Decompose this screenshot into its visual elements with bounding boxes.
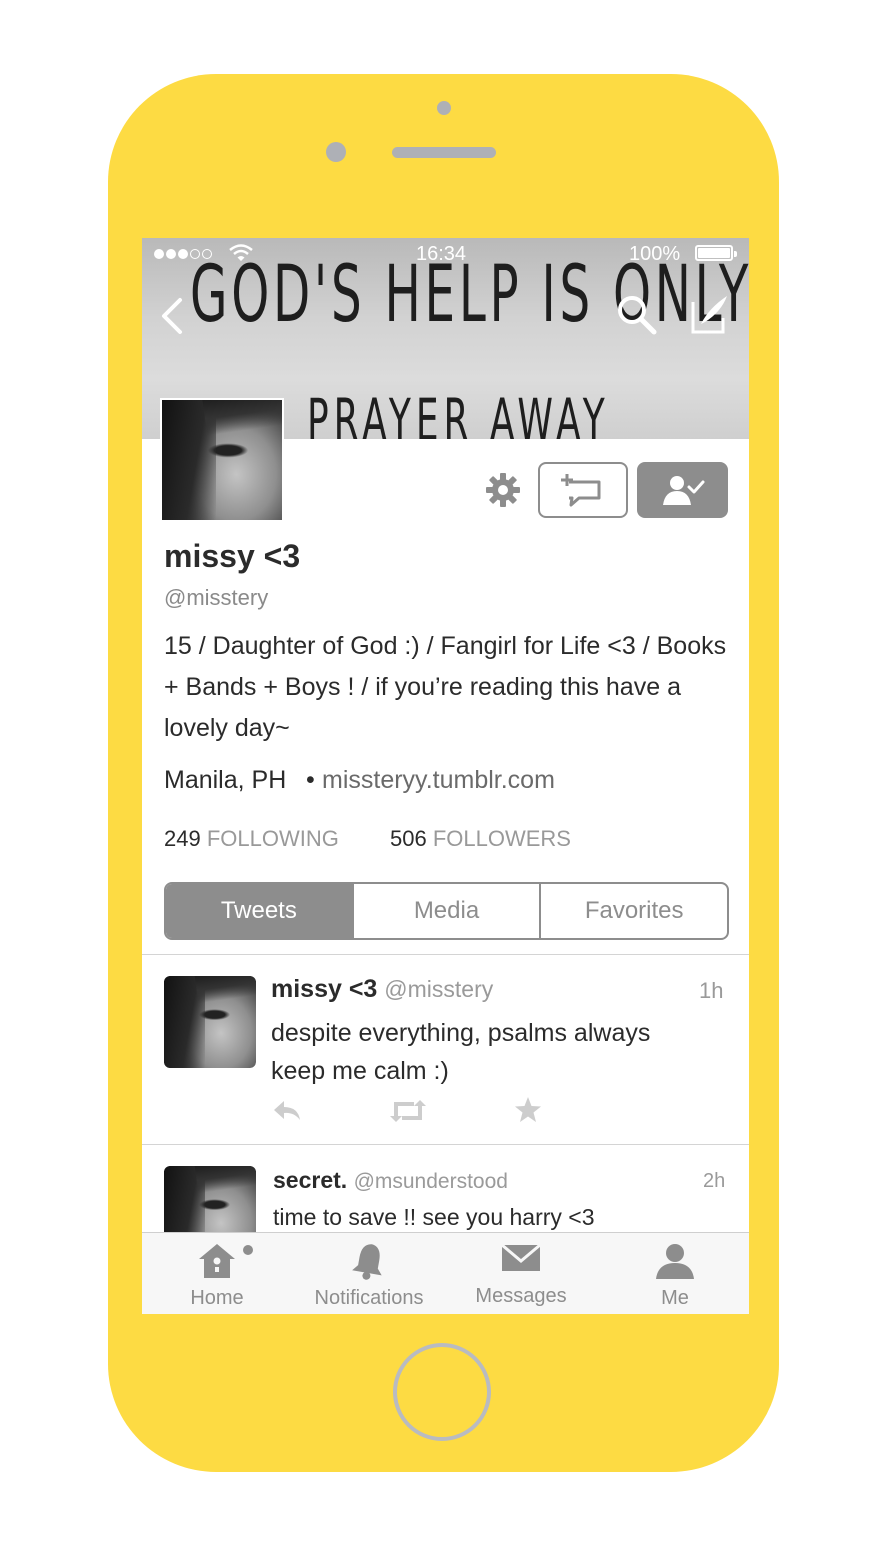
tabs-divider — [142, 954, 749, 955]
front-camera — [326, 142, 346, 162]
retweet-icon[interactable] — [390, 1098, 426, 1124]
bell-icon — [352, 1244, 382, 1280]
profile-handle: @misstery — [164, 585, 269, 610]
front-sensor — [437, 101, 451, 115]
user-check-icon — [662, 476, 704, 505]
direct-message-button[interactable] — [538, 462, 628, 518]
tabbar-notifications[interactable]: Notifications — [294, 1233, 444, 1314]
location-separator: • — [306, 766, 315, 794]
search-icon[interactable] — [614, 292, 660, 338]
followers-count: 506 — [390, 826, 427, 851]
tabbar-me-label: Me — [661, 1287, 689, 1309]
favorite-star-icon[interactable] — [514, 1096, 542, 1124]
status-bar: 16:34 100% — [142, 238, 749, 270]
following-button[interactable] — [637, 462, 728, 518]
status-time: 16:34 — [416, 243, 467, 265]
tabbar-home-label: Home — [190, 1287, 244, 1309]
home-icon — [199, 1244, 235, 1278]
profile-url-link[interactable]: missteryy.tumblr.com — [322, 766, 555, 795]
earpiece-speaker — [392, 147, 496, 158]
tabbar-notifications-label: Notifications — [314, 1287, 424, 1309]
tab-media[interactable]: Media — [351, 884, 540, 938]
banner-text-line2: PRAYER AWAY — [307, 386, 610, 439]
home-hardware-button[interactable] — [393, 1343, 491, 1441]
message-plus-icon — [561, 474, 601, 507]
tweet-avatar[interactable] — [164, 976, 256, 1068]
following-label: FOLLOWING — [206, 826, 339, 851]
tweet-text: despite everything, psalms always keep m… — [271, 1014, 650, 1090]
followers-stat[interactable]: 506 FOLLOWERS — [390, 826, 571, 852]
user-icon — [656, 1244, 694, 1279]
envelope-icon — [501, 1243, 541, 1271]
tabbar-messages[interactable]: Messages — [446, 1233, 596, 1314]
tweet-author-handle[interactable]: @msunderstood — [354, 1170, 508, 1193]
compose-tweet-icon[interactable] — [687, 292, 733, 338]
tweet-author-name[interactable]: missy <3 — [271, 975, 377, 1003]
profile-tabs: Tweets Media Favorites — [164, 882, 729, 940]
tweet-text-line: time to save !! see you harry <3 — [273, 1204, 595, 1230]
tweet-text: time to save !! see you harry <3 — [273, 1200, 595, 1234]
tweet-timestamp: 2h — [703, 1170, 726, 1192]
tab-tweets[interactable]: Tweets — [166, 884, 352, 938]
profile-location: Manila, PH — [164, 766, 287, 794]
tweet-author-handle[interactable]: @misstery — [384, 976, 493, 1002]
tab-favorites[interactable]: Favorites — [539, 884, 727, 938]
tabbar-messages-label: Messages — [475, 1285, 567, 1307]
tweet-text-line: keep me calm :) — [271, 1057, 449, 1085]
bottom-tab-bar: Home Notifications Messages Me — [142, 1232, 749, 1314]
wifi-icon — [229, 244, 253, 261]
signal-strength-icon — [154, 249, 212, 259]
screen: GOD'S HELP IS ONLY PRAYER AWAY 16:34 100… — [142, 238, 749, 1314]
battery-icon — [695, 245, 737, 261]
tabbar-home[interactable]: Home — [142, 1233, 292, 1314]
avatar-photo — [164, 976, 256, 1068]
profile-name: missy <3 — [164, 538, 301, 574]
battery-percent: 100% — [629, 243, 681, 265]
unread-dot — [243, 1245, 253, 1255]
reply-icon[interactable] — [272, 1098, 302, 1124]
tweet-header: missy <3 @misstery — [271, 975, 493, 1004]
tweet-timestamp: 1h — [699, 978, 724, 1003]
following-count: 249 — [164, 826, 201, 851]
tweet-header: secret. @msunderstood — [273, 1167, 508, 1194]
gear-icon[interactable] — [485, 472, 521, 508]
avatar-photo — [162, 400, 282, 520]
tweet-divider — [142, 1144, 749, 1145]
profile-bio: 15 / Daughter of God :) / Fangirl for Li… — [164, 632, 727, 742]
tabbar-me[interactable]: Me — [600, 1233, 749, 1314]
followers-label: FOLLOWERS — [432, 826, 571, 851]
tweet-text-line: despite everything, psalms always — [271, 1019, 651, 1047]
profile-avatar[interactable] — [160, 398, 284, 522]
back-chevron-icon[interactable] — [156, 294, 190, 338]
tweet-author-name[interactable]: secret. — [273, 1167, 347, 1193]
following-stat[interactable]: 249 FOLLOWING — [164, 826, 339, 852]
